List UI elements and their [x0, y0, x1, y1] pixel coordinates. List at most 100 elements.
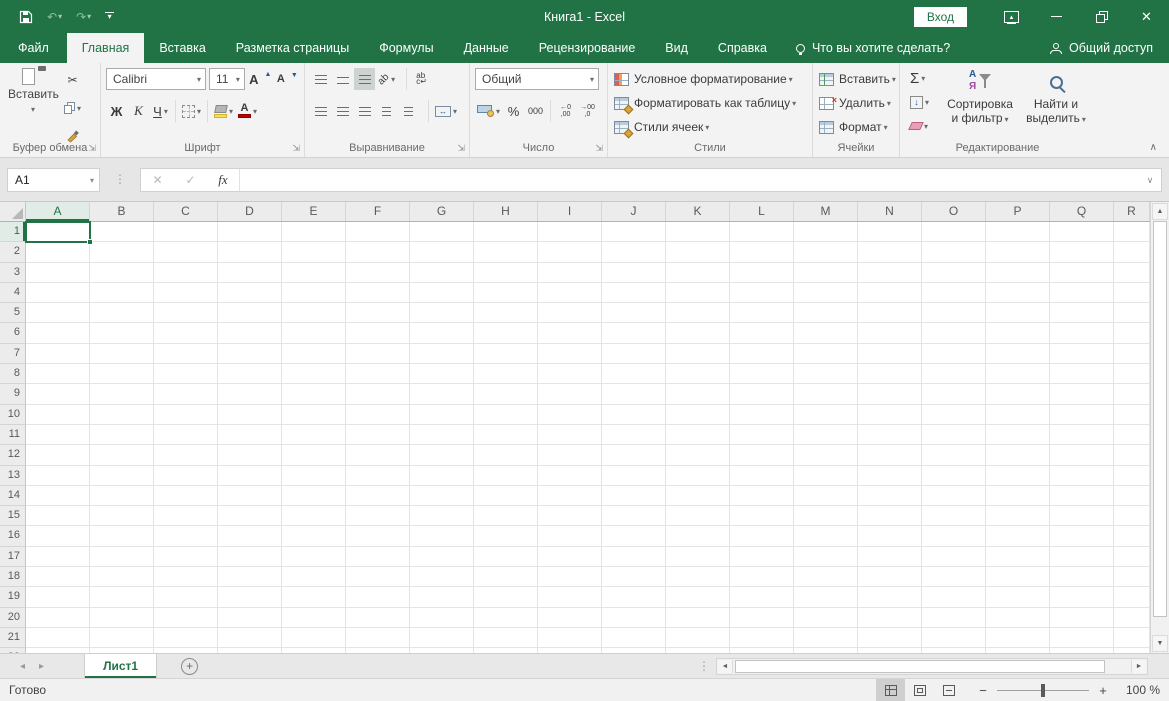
- row-header-4[interactable]: 4: [0, 283, 26, 303]
- cell-N3[interactable]: [858, 263, 922, 283]
- cell-Q18[interactable]: [1050, 567, 1114, 587]
- row-header-18[interactable]: 18: [0, 567, 26, 587]
- cell-R5[interactable]: [1114, 303, 1150, 323]
- cell-L14[interactable]: [730, 486, 794, 506]
- redo-dropdown-icon[interactable]: ▾: [87, 12, 91, 21]
- cell-B5[interactable]: [90, 303, 154, 323]
- cell-F4[interactable]: [346, 283, 410, 303]
- cell-O9[interactable]: [922, 384, 986, 404]
- cell-F6[interactable]: [346, 323, 410, 343]
- cell-I15[interactable]: [538, 506, 602, 526]
- sheet-nav-right-icon[interactable]: ▸: [39, 661, 44, 672]
- cell-E11[interactable]: [282, 425, 346, 445]
- align-left-button[interactable]: [310, 100, 331, 122]
- cell-E3[interactable]: [282, 263, 346, 283]
- row-header-7[interactable]: 7: [0, 344, 26, 364]
- cell-P17[interactable]: [986, 547, 1050, 567]
- cell-N20[interactable]: [858, 608, 922, 628]
- cell-K9[interactable]: [666, 384, 730, 404]
- cell-D17[interactable]: [218, 547, 282, 567]
- row-header-21[interactable]: 21: [0, 628, 26, 648]
- cell-F10[interactable]: [346, 405, 410, 425]
- cell-M17[interactable]: [794, 547, 858, 567]
- cell-N12[interactable]: [858, 445, 922, 465]
- cell-I18[interactable]: [538, 567, 602, 587]
- cell-C18[interactable]: [154, 567, 218, 587]
- cell-C20[interactable]: [154, 608, 218, 628]
- cell-G18[interactable]: [410, 567, 474, 587]
- cell-B4[interactable]: [90, 283, 154, 303]
- cell-N7[interactable]: [858, 344, 922, 364]
- cell-C6[interactable]: [154, 323, 218, 343]
- cell-J21[interactable]: [602, 628, 666, 648]
- cell-C10[interactable]: [154, 405, 218, 425]
- cell-F18[interactable]: [346, 567, 410, 587]
- cell-I10[interactable]: [538, 405, 602, 425]
- cell-E16[interactable]: [282, 526, 346, 546]
- vertical-scroll-thumb[interactable]: [1153, 221, 1167, 617]
- decrease-decimal-button[interactable]: →00,0: [577, 100, 598, 122]
- bold-button[interactable]: Ж: [106, 100, 127, 122]
- cell-I19[interactable]: [538, 587, 602, 607]
- cell-A12[interactable]: [26, 445, 90, 465]
- cell-M21[interactable]: [794, 628, 858, 648]
- comma-style-button[interactable]: 000: [525, 100, 546, 122]
- cell-F14[interactable]: [346, 486, 410, 506]
- column-header-J[interactable]: J: [602, 202, 666, 221]
- align-middle-button[interactable]: [332, 68, 353, 90]
- format-cells-button[interactable]: Формат▾: [813, 115, 899, 139]
- cell-J8[interactable]: [602, 364, 666, 384]
- column-header-F[interactable]: F: [346, 202, 410, 221]
- cell-L16[interactable]: [730, 526, 794, 546]
- cell-O11[interactable]: [922, 425, 986, 445]
- column-header-Q[interactable]: Q: [1050, 202, 1114, 221]
- format-as-table-button[interactable]: Форматировать как таблицу▾: [608, 91, 812, 115]
- cell-Q15[interactable]: [1050, 506, 1114, 526]
- cell-J12[interactable]: [602, 445, 666, 465]
- row-header-16[interactable]: 16: [0, 526, 26, 546]
- cell-Q7[interactable]: [1050, 344, 1114, 364]
- cell-H2[interactable]: [474, 242, 538, 262]
- cell-B8[interactable]: [90, 364, 154, 384]
- tab-view[interactable]: Вид: [650, 33, 703, 63]
- minimize-button[interactable]: [1034, 0, 1079, 33]
- name-box-dropdown-icon[interactable]: ▾: [90, 176, 99, 185]
- cell-H15[interactable]: [474, 506, 538, 526]
- cell-E18[interactable]: [282, 567, 346, 587]
- cell-M18[interactable]: [794, 567, 858, 587]
- undo-dropdown-icon[interactable]: ▾: [58, 12, 62, 21]
- zoom-level-label[interactable]: 100 %: [1115, 683, 1160, 697]
- cell-A6[interactable]: [26, 323, 90, 343]
- cell-O10[interactable]: [922, 405, 986, 425]
- cell-Q5[interactable]: [1050, 303, 1114, 323]
- cell-B16[interactable]: [90, 526, 154, 546]
- clear-button[interactable]: ▾: [908, 116, 931, 136]
- cell-F1[interactable]: [346, 222, 410, 242]
- cell-K7[interactable]: [666, 344, 730, 364]
- cell-styles-button[interactable]: Стили ячеек▾: [608, 115, 812, 139]
- cell-L8[interactable]: [730, 364, 794, 384]
- cell-D21[interactable]: [218, 628, 282, 648]
- cell-E15[interactable]: [282, 506, 346, 526]
- cell-P14[interactable]: [986, 486, 1050, 506]
- cell-M13[interactable]: [794, 466, 858, 486]
- cell-E8[interactable]: [282, 364, 346, 384]
- cell-J4[interactable]: [602, 283, 666, 303]
- cell-G11[interactable]: [410, 425, 474, 445]
- cell-A19[interactable]: [26, 587, 90, 607]
- cell-H13[interactable]: [474, 466, 538, 486]
- cell-F16[interactable]: [346, 526, 410, 546]
- percent-style-button[interactable]: %: [503, 100, 524, 122]
- cell-D5[interactable]: [218, 303, 282, 323]
- cell-A4[interactable]: [26, 283, 90, 303]
- cell-Q3[interactable]: [1050, 263, 1114, 283]
- cell-O19[interactable]: [922, 587, 986, 607]
- cell-D1[interactable]: [218, 222, 282, 242]
- cell-O17[interactable]: [922, 547, 986, 567]
- decrease-font-icon[interactable]: A▼: [276, 68, 299, 90]
- cell-K19[interactable]: [666, 587, 730, 607]
- cell-L7[interactable]: [730, 344, 794, 364]
- cell-F15[interactable]: [346, 506, 410, 526]
- cell-M16[interactable]: [794, 526, 858, 546]
- cell-B2[interactable]: [90, 242, 154, 262]
